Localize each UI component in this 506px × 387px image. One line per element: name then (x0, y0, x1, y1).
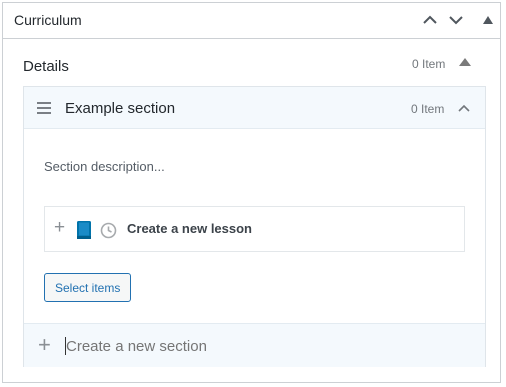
chevron-up-icon (458, 104, 470, 112)
chevron-up-icon (423, 15, 437, 24)
section-title[interactable]: Example section (65, 100, 175, 117)
move-up-button[interactable] (420, 10, 440, 30)
plus-icon[interactable]: + (54, 218, 65, 238)
toggle-panel-button[interactable] (478, 10, 498, 30)
curriculum-section: Example section 0 Item Section descripti… (23, 86, 486, 367)
select-items-button[interactable]: Select items (44, 273, 132, 302)
section-header[interactable]: Example section 0 Item (24, 87, 485, 129)
new-lesson-row[interactable]: + Create a new lesson (44, 206, 465, 252)
chevron-down-icon (449, 16, 463, 25)
move-down-button[interactable] (446, 10, 466, 30)
section-description-input[interactable]: Section description... (44, 159, 165, 174)
text-cursor (65, 337, 66, 355)
metabox-title: Curriculum (14, 12, 82, 28)
new-section-row[interactable]: + (24, 323, 485, 367)
drag-handle-icon[interactable] (37, 102, 51, 114)
new-lesson-input[interactable]: Create a new lesson (127, 221, 252, 236)
metabox-header: Curriculum (3, 3, 500, 39)
triangle-up-icon (483, 16, 493, 24)
collapse-section-button[interactable] (454, 98, 474, 118)
clock-icon[interactable] (100, 222, 117, 239)
section-count: 0 Item (411, 102, 445, 116)
plus-icon[interactable]: + (38, 334, 51, 356)
details-title: Details (23, 58, 69, 75)
new-section-input[interactable] (66, 337, 446, 355)
book-icon[interactable] (76, 220, 92, 240)
curriculum-metabox: Curriculum Details 0 Item Example sectio… (2, 2, 501, 383)
triangle-up-icon[interactable] (459, 58, 471, 66)
details-count: 0 Item (412, 57, 446, 71)
